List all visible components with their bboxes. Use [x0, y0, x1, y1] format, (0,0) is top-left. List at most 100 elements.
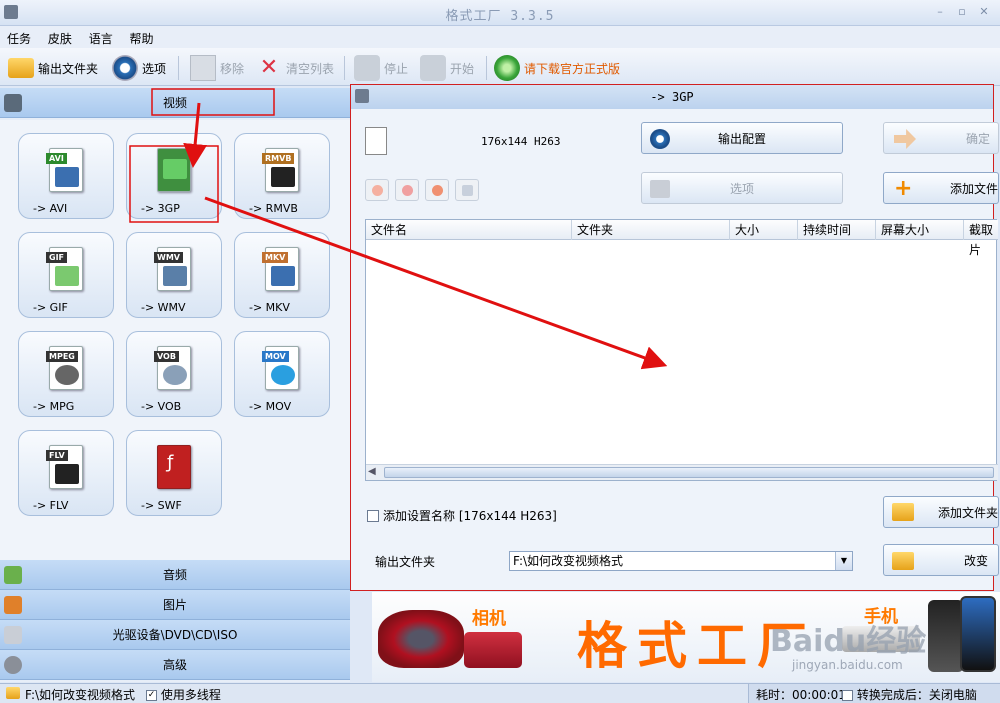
add-setting-name-checkbox[interactable]: 添加设置名称 [176x144 H263]: [367, 507, 557, 524]
options-label: 选项: [729, 181, 754, 196]
table-header: 文件名 文件夹 大小 持续时间 屏幕大小 截取片: [366, 220, 998, 257]
category-video[interactable]: 视频: [0, 88, 350, 118]
ok-button[interactable]: 确定: [883, 122, 999, 154]
menu-language[interactable]: 语言: [82, 26, 119, 47]
output-folder-label: 输出文件夹: [375, 555, 436, 569]
toolbar-separator: [178, 56, 179, 80]
folder-add-icon: [892, 503, 914, 521]
tile-label: -> WMV: [141, 301, 186, 314]
mov-file-icon: MOV: [262, 346, 299, 390]
output-config-button[interactable]: 输出配置: [641, 122, 843, 154]
tile-wmv[interactable]: WMV -> WMV: [126, 232, 222, 318]
output-folder-label: 输出文件夹: [38, 61, 99, 76]
multithread-checkbox[interactable]: ✓ 使用多线程: [146, 686, 221, 703]
ok-label: 确定: [965, 131, 990, 146]
category-audio-label: 音频: [162, 568, 187, 582]
clear-icon: ✕: [259, 55, 279, 80]
tile-3gp[interactable]: -> 3GP: [126, 133, 222, 219]
tile-mov[interactable]: MOV -> MOV: [234, 331, 330, 417]
options-button[interactable]: 选项: [112, 54, 166, 82]
column-duration[interactable]: 持续时间: [798, 220, 876, 240]
play-item-button[interactable]: [425, 179, 449, 201]
category-audio[interactable]: 音频: [0, 560, 350, 590]
menu-skin[interactable]: 皮肤: [41, 26, 78, 47]
column-screen-size[interactable]: 屏幕大小: [876, 220, 964, 240]
film-icon: [650, 180, 670, 198]
tile-mkv[interactable]: MKV -> MKV: [234, 232, 330, 318]
camera-label: 相机: [472, 609, 506, 629]
change-label: 改变: [963, 553, 988, 568]
download-official-link[interactable]: 请下载官方正式版: [494, 54, 620, 82]
start-icon: [420, 55, 446, 81]
dialog-title: -> 3GP: [351, 85, 993, 109]
tile-flv[interactable]: FLV -> FLV: [18, 430, 114, 516]
tile-mpg[interactable]: MPEG -> MPG: [18, 331, 114, 417]
close-button[interactable]: ✕: [976, 5, 992, 19]
output-folder-value: F:\如何改变视频格式: [513, 554, 624, 568]
folder-icon[interactable]: [6, 687, 20, 699]
change-button[interactable]: 改变: [883, 544, 999, 576]
scrollbar-thumb[interactable]: [384, 467, 994, 478]
tile-gif[interactable]: GIF -> GIF: [18, 232, 114, 318]
add-folder-label: 添加文件夹: [937, 505, 998, 520]
download-label: 请下载官方正式版: [524, 61, 621, 76]
toolbar-separator: [344, 56, 345, 80]
remove-button[interactable]: 移除: [190, 54, 244, 82]
folder-icon: [892, 552, 914, 570]
after-convert-option[interactable]: 转换完成后：关闭电脑: [842, 686, 977, 703]
minimize-button[interactable]: –: [932, 5, 948, 19]
tile-vob[interactable]: VOB -> VOB: [126, 331, 222, 417]
add-file-button[interactable]: + 添加文件: [883, 172, 999, 204]
remove-item-button[interactable]: [365, 179, 389, 201]
options-button[interactable]: 选项: [641, 172, 843, 204]
remove-icon: [190, 55, 216, 81]
delete-item-button[interactable]: [395, 179, 419, 201]
tile-rmvb[interactable]: RMVB -> RMVB: [234, 133, 330, 219]
clear-list-button[interactable]: ✕ 清空列表: [256, 54, 334, 82]
tile-label: -> 3GP: [141, 202, 180, 215]
category-advanced[interactable]: 高级: [0, 650, 350, 680]
video-icon: [4, 94, 22, 112]
options-label: 选项: [142, 61, 167, 76]
ad-banner: 相机 格式工厂 手机 Baidu经验 jingyan.baidu.com: [372, 592, 1000, 682]
dialog-icon: [355, 89, 369, 103]
category-rom-device[interactable]: 光驱设备\DVD\CD\ISO: [0, 620, 350, 650]
column-clip[interactable]: 截取片: [964, 220, 998, 257]
category-picture[interactable]: 图片: [0, 590, 350, 620]
status-bar: F:\如何改变视频格式 ✓ 使用多线程 耗时：00:00:01 转换完成后：关闭…: [0, 683, 1000, 703]
flv-file-icon: FLV: [46, 445, 83, 489]
chevron-down-icon[interactable]: ▼: [835, 552, 852, 570]
info-item-button[interactable]: [455, 179, 479, 201]
3gp-file-icon: [365, 127, 387, 155]
tile-avi[interactable]: AVI -> AVI: [18, 133, 114, 219]
checkbox-checked[interactable]: ✓: [146, 690, 157, 701]
tile-swf[interactable]: ƒ -> SWF: [126, 430, 222, 516]
disc-drive-icon: [4, 626, 22, 644]
horizontal-scrollbar[interactable]: ◀: [366, 464, 998, 480]
file-list-table[interactable]: 文件名 文件夹 大小 持续时间 屏幕大小 截取片 ◀: [365, 219, 998, 481]
column-size[interactable]: 大小: [730, 220, 798, 240]
output-config-label: 输出配置: [717, 131, 766, 146]
folder-icon: [8, 58, 34, 78]
clear-list-label: 清空列表: [286, 61, 335, 76]
output-folder-select[interactable]: F:\如何改变视频格式 ▼: [509, 551, 853, 571]
stop-button[interactable]: 停止: [354, 54, 408, 82]
menu-help[interactable]: 帮助: [123, 26, 160, 47]
tile-label: -> FLV: [33, 499, 69, 512]
vob-file-icon: VOB: [154, 346, 191, 390]
elapsed-time: 耗时：00:00:01: [756, 688, 846, 702]
scroll-left-icon[interactable]: ◀: [368, 466, 376, 477]
add-setting-name-label: 添加设置名称 [176x144 H263]: [383, 509, 557, 523]
window-title: 格式工厂 3.3.5: [445, 9, 555, 24]
checkbox-box[interactable]: [367, 509, 379, 522]
add-folder-button[interactable]: 添加文件夹: [883, 496, 999, 528]
gif-file-icon: GIF: [46, 247, 83, 291]
menu-task[interactable]: 任务: [0, 26, 37, 47]
column-filename[interactable]: 文件名: [366, 220, 572, 240]
start-button[interactable]: 开始: [420, 54, 474, 82]
baidu-watermark-url: jingyan.baidu.com: [792, 658, 903, 672]
maximize-button[interactable]: ▫: [954, 5, 970, 19]
output-folder-button[interactable]: 输出文件夹: [8, 54, 98, 82]
checkbox-box[interactable]: [842, 690, 853, 701]
column-folder[interactable]: 文件夹: [572, 220, 730, 240]
